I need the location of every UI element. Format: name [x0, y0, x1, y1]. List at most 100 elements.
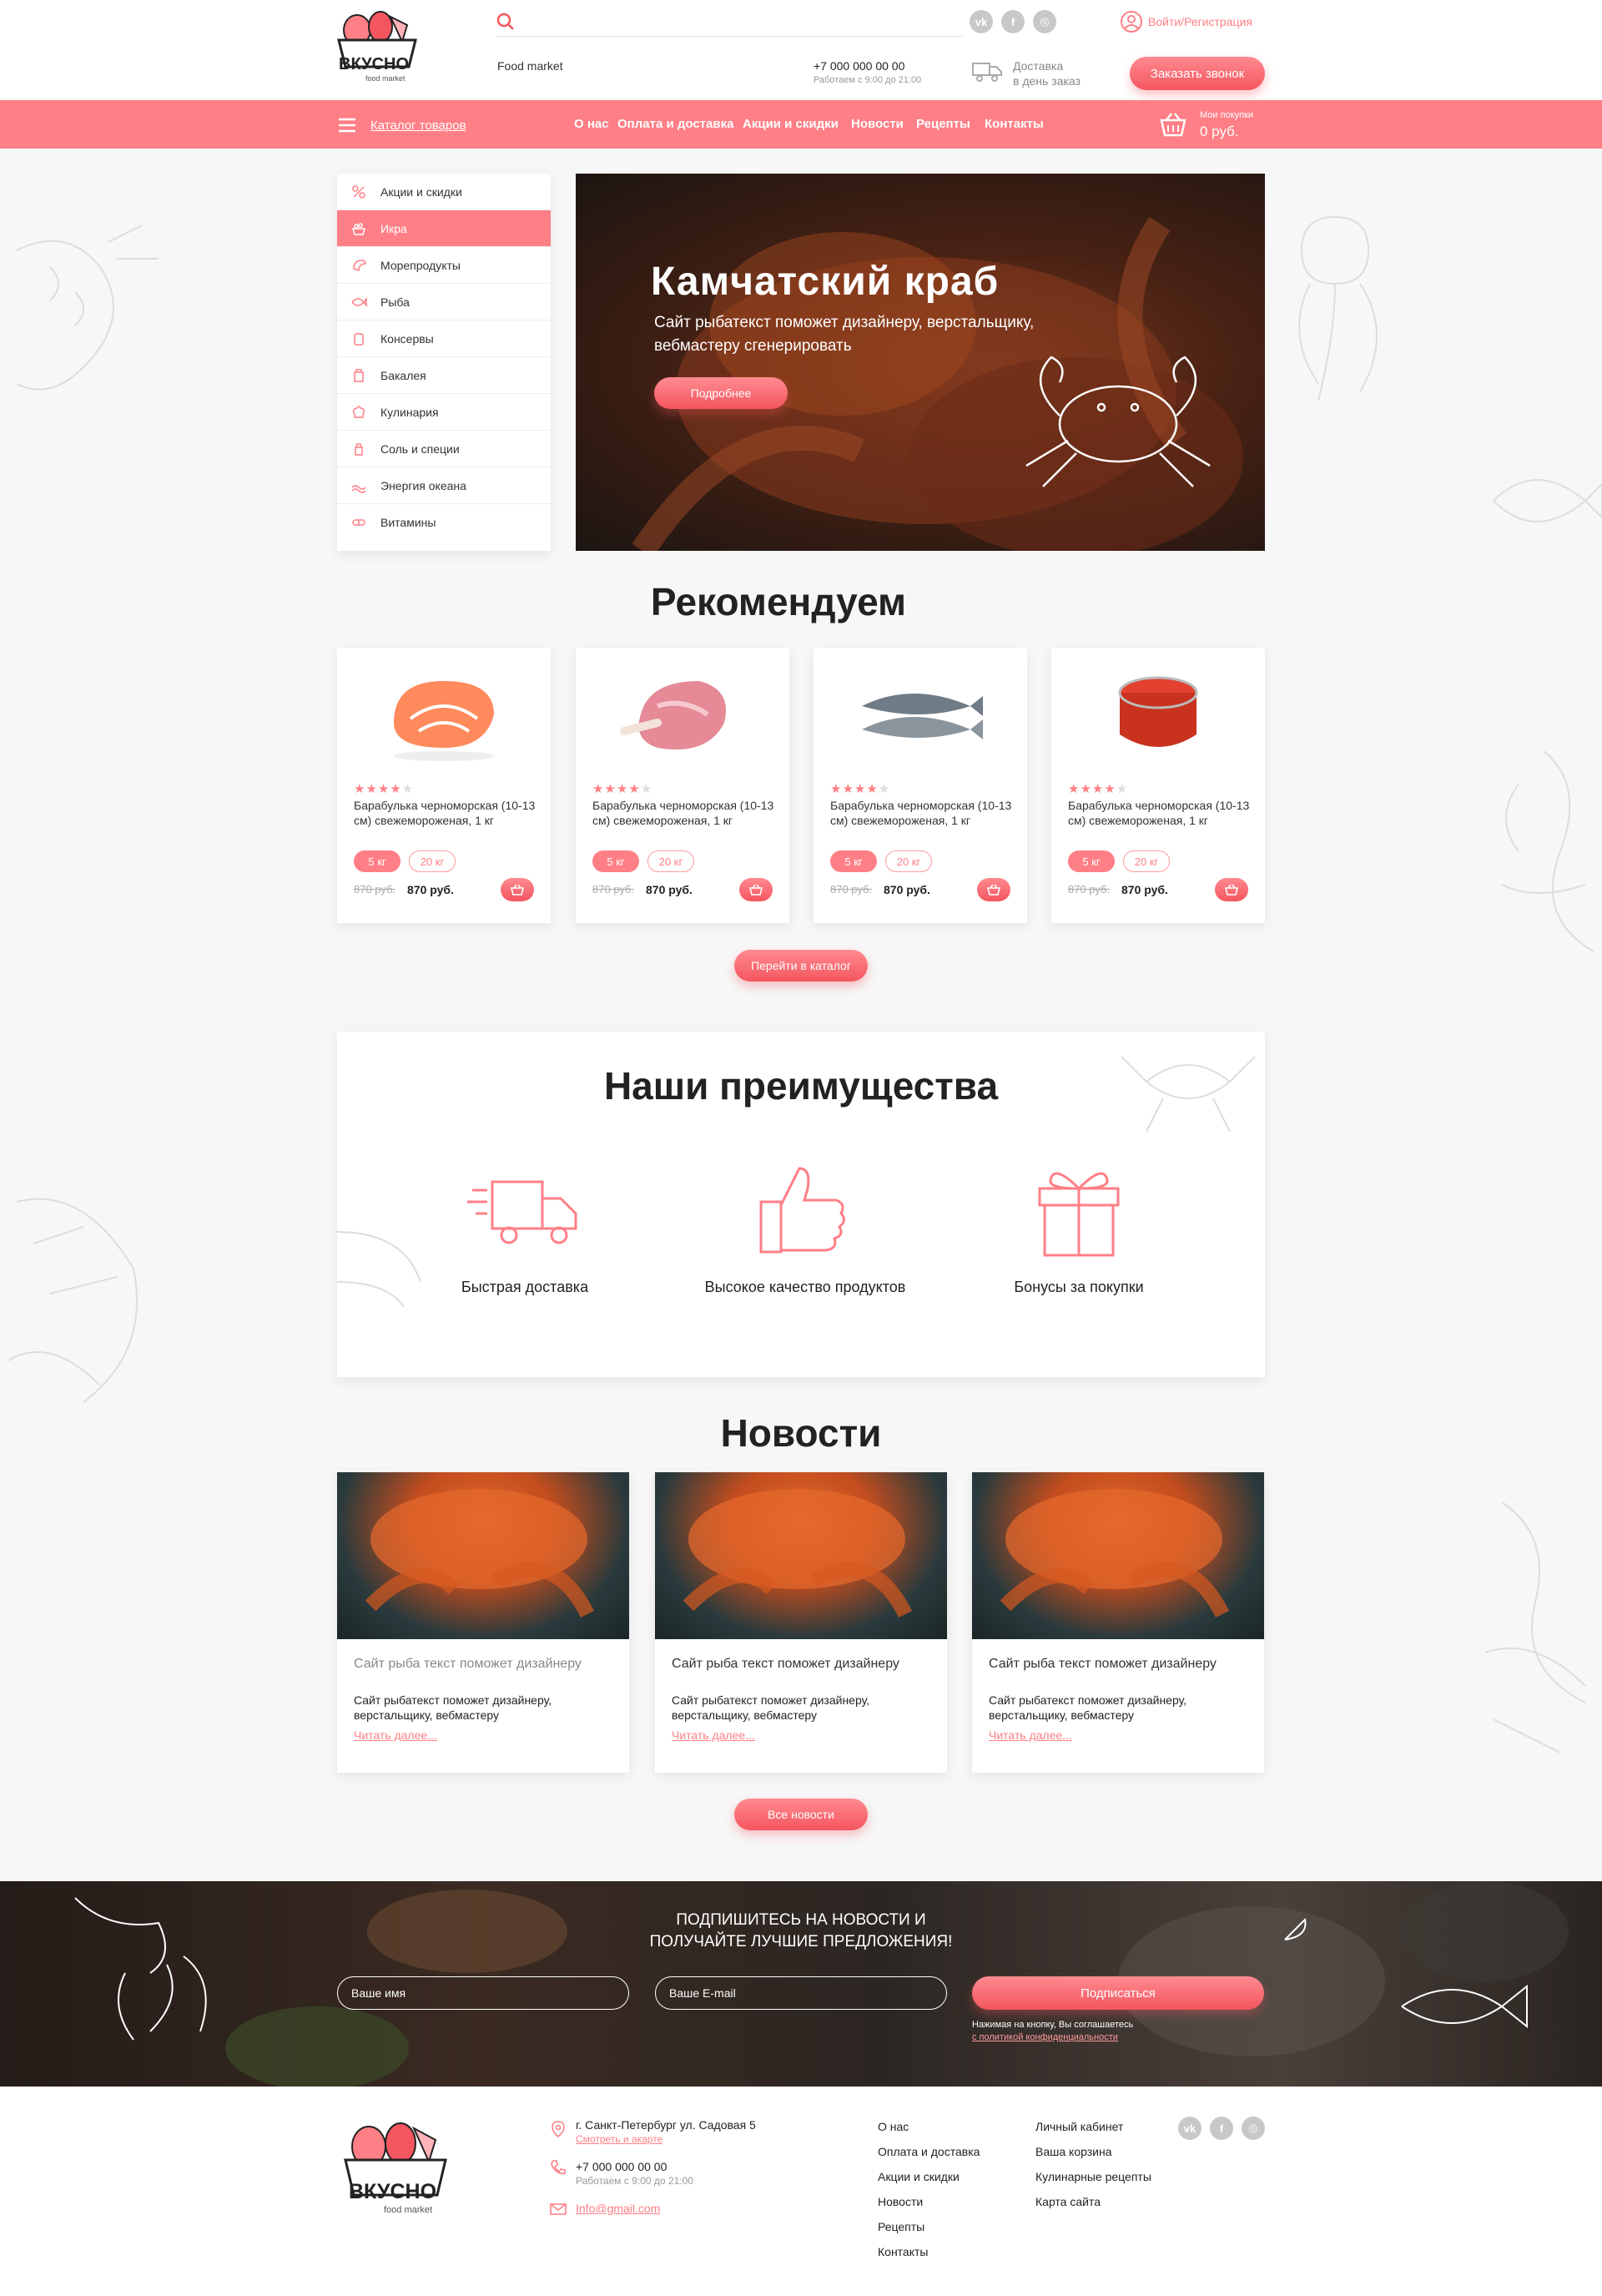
nav-link-payment-delivery[interactable]: Оплата и доставка: [617, 117, 733, 131]
go-to-catalog-button[interactable]: Перейти в каталог: [734, 950, 868, 981]
product-card[interactable]: ★★★★★ Барабулька черноморская (10-13 см)…: [337, 648, 551, 923]
product-card[interactable]: ★★★★★ Барабулька черноморская (10-13 см)…: [814, 648, 1027, 923]
news-card[interactable]: Сайт рыба текст поможет дизайнеру Сайт р…: [972, 1472, 1264, 1773]
product-name[interactable]: Барабулька черноморская (10-13 см) свеже…: [592, 798, 776, 828]
privacy-policy-link[interactable]: с политикой конфиденциальности: [972, 2032, 1118, 2042]
lobster-doodle: [16, 225, 159, 391]
size-option-20kg[interactable]: 20 кг: [1123, 850, 1170, 872]
spice-icon: [355, 443, 363, 456]
cart-widget[interactable]: Мои покупки 0 руб.: [1158, 108, 1267, 142]
email-input[interactable]: Ваше E-mail: [655, 1976, 947, 2010]
product-name[interactable]: Барабулька черноморская (10-13 см) свеже…: [1068, 798, 1252, 828]
size-option-5kg[interactable]: 5 кг: [1068, 850, 1115, 872]
search-bar[interactable]: [496, 10, 963, 37]
mail-icon: [550, 2203, 567, 2215]
footer-map-link[interactable]: Смотреть и акарте: [576, 2133, 662, 2145]
sidebar-item-vitamins[interactable]: Витамины: [337, 504, 551, 541]
size-option-5kg[interactable]: 5 кг: [830, 850, 877, 872]
sidebar-item-caviar[interactable]: Икра: [337, 210, 551, 247]
all-news-button[interactable]: Все новости: [734, 1799, 868, 1830]
sidebar-item-spices[interactable]: Соль и специи: [337, 431, 551, 467]
price: 870 руб.: [646, 883, 693, 896]
sidebar-item-cooking[interactable]: Кулинария: [337, 394, 551, 431]
catalog-menu-button[interactable]: Каталог товаров: [337, 115, 466, 135]
product-card[interactable]: ★★★★★ Барабулька черноморская (10-13 см)…: [576, 648, 789, 923]
can-icon: [354, 333, 364, 346]
name-input[interactable]: Ваше имя: [337, 1976, 629, 2010]
sidebar-item-seafood[interactable]: Морепродукты: [337, 247, 551, 284]
add-to-cart-button[interactable]: [977, 878, 1010, 901]
product-card[interactable]: ★★★★★ Барабулька черноморская (10-13 см)…: [1051, 648, 1265, 923]
advantage-label: Быстрая доставка: [461, 1279, 589, 1295]
news-image[interactable]: [655, 1472, 947, 1639]
footer-link-sales[interactable]: Акции и скидки: [878, 2170, 960, 2183]
add-to-cart-button[interactable]: [501, 878, 534, 901]
hero-more-button[interactable]: Подробнее: [654, 377, 788, 409]
ocean-icon: [351, 485, 366, 493]
footer-link-account[interactable]: Личный кабинет: [1035, 2120, 1123, 2133]
search-icon[interactable]: [496, 12, 516, 32]
header-phone[interactable]: +7 000 000 00 00: [814, 59, 904, 73]
facebook-icon[interactable]: f: [1001, 10, 1025, 33]
news-title[interactable]: Сайт рыба текст поможет дизайнеру: [672, 1656, 922, 1673]
size-option-5kg[interactable]: 5 кг: [592, 850, 639, 872]
nav-link-recipes[interactable]: Рецепты: [916, 117, 970, 131]
size-option-20kg[interactable]: 20 кг: [885, 850, 932, 872]
add-to-cart-button[interactable]: [739, 878, 773, 901]
footer-link-cart[interactable]: Ваша корзина: [1035, 2145, 1112, 2158]
news-card[interactable]: Сайт рыба текст поможет дизайнеру Сайт р…: [655, 1472, 947, 1773]
read-more-link[interactable]: Читать далее...: [354, 1728, 437, 1742]
footer-link-news[interactable]: Новости: [878, 2195, 923, 2208]
instagram-icon[interactable]: ◎: [1242, 2117, 1265, 2140]
callback-button[interactable]: Заказать звонок: [1130, 57, 1265, 90]
sidebar-item-sales[interactable]: Акции и скидки: [337, 174, 551, 210]
news-text: Сайт рыбатекст поможет дизайнеру, верста…: [354, 1693, 552, 1722]
instagram-icon[interactable]: ◎: [1033, 10, 1056, 33]
news-image[interactable]: [972, 1472, 1264, 1639]
news-card[interactable]: Сайт рыба текст поможет дизайнеру Сайт р…: [337, 1472, 629, 1773]
product-name[interactable]: Барабулька черноморская (10-13 см) свеже…: [354, 798, 537, 828]
add-to-cart-button[interactable]: [1215, 878, 1248, 901]
caviar-icon: [352, 223, 365, 235]
sidebar-item-grocery[interactable]: Бакалея: [337, 357, 551, 394]
fish-doodle: [337, 1231, 421, 1308]
sidebar-item-canned[interactable]: Консервы: [337, 320, 551, 357]
vk-icon[interactable]: vk: [1178, 2117, 1202, 2140]
vk-icon[interactable]: vk: [970, 10, 993, 33]
sidebar-item-ocean-energy[interactable]: Энергия океана: [337, 467, 551, 504]
footer-link-sitemap[interactable]: Карта сайта: [1035, 2195, 1101, 2208]
subscribe-button[interactable]: Подписаться: [972, 1976, 1264, 2010]
news-image[interactable]: [337, 1472, 629, 1639]
sidebar-item-label: Витамины: [380, 516, 436, 529]
footer-phone[interactable]: +7 000 000 00 00: [576, 2160, 667, 2173]
discount-icon: [352, 185, 365, 199]
footer-email[interactable]: Info@gmail.com: [576, 2202, 660, 2215]
nav-link-sales[interactable]: Акции и скидки: [743, 117, 839, 131]
logo[interactable]: ВКУСНО food market: [332, 8, 421, 90]
advantage-label: Высокое качество продуктов: [704, 1279, 906, 1295]
sidebar-item-fish[interactable]: Рыба: [337, 284, 551, 320]
footer-link-contacts[interactable]: Контакты: [878, 2245, 928, 2258]
size-option-20kg[interactable]: 20 кг: [409, 850, 456, 872]
footer-link-recipes-cooking[interactable]: Кулинарные рецепты: [1035, 2170, 1151, 2183]
footer-link-payment-delivery[interactable]: Оплата и доставка: [878, 2145, 980, 2158]
read-more-link[interactable]: Читать далее...: [989, 1728, 1072, 1742]
nav-link-contacts[interactable]: Контакты: [985, 117, 1044, 131]
news-title[interactable]: Сайт рыба текст поможет дизайнеру: [354, 1656, 604, 1673]
footer-link-about[interactable]: О нас: [878, 2120, 909, 2133]
size-option-5kg[interactable]: 5 кг: [354, 850, 400, 872]
login-link[interactable]: Войти/Регистрация: [1120, 10, 1252, 33]
nav-link-news[interactable]: Новости: [851, 117, 904, 131]
sidebar-item-label: Соль и специи: [380, 442, 460, 456]
read-more-link[interactable]: Читать далее...: [672, 1728, 755, 1742]
header-tagline: Food market: [497, 59, 563, 73]
news-title[interactable]: Сайт рыба текст поможет дизайнеру: [989, 1656, 1239, 1673]
product-name[interactable]: Барабулька черноморская (10-13 см) свеже…: [830, 798, 1014, 828]
footer-link-recipes[interactable]: Рецепты: [878, 2220, 924, 2233]
size-option-20kg[interactable]: 20 кг: [647, 850, 694, 872]
footer-logo[interactable]: ВКУСНО food market: [337, 2118, 454, 2227]
hero-banner: Камчатский краб Сайт рыбатекст поможет д…: [576, 174, 1265, 551]
rating-stars: ★★★★★: [830, 782, 891, 796]
facebook-icon[interactable]: f: [1210, 2117, 1233, 2140]
nav-link-about[interactable]: О нас: [574, 117, 609, 131]
